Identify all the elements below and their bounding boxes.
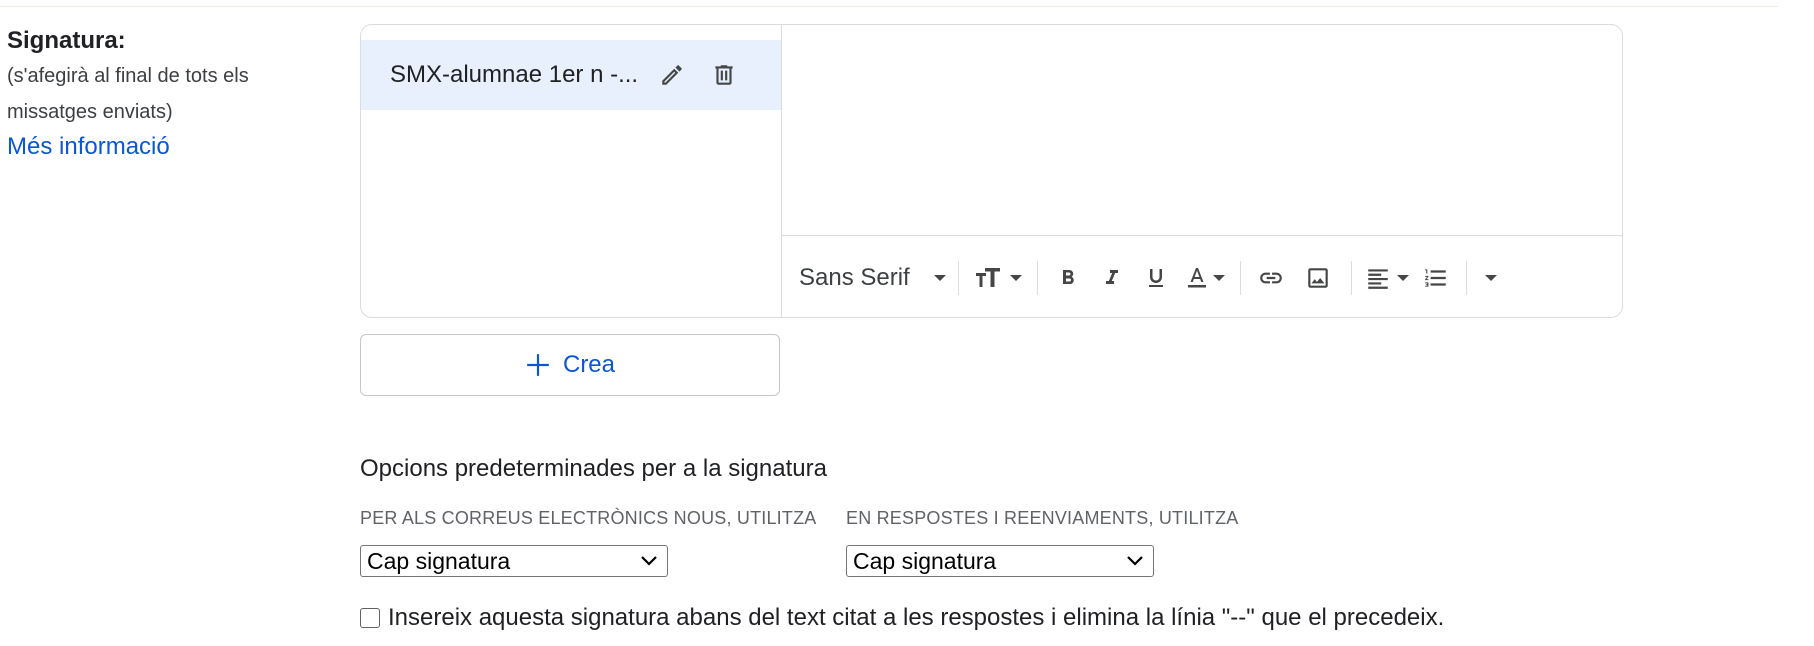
toolbar-divider (1350, 260, 1352, 295)
image-icon (1307, 267, 1328, 288)
signature-editor-panel: SMX-alumnae 1er n -... Sans Serif (360, 24, 1623, 318)
signature-description: (s'afegirà al final de tots els missatge… (7, 65, 249, 123)
align-button[interactable] (1360, 256, 1414, 300)
italic-button[interactable] (1090, 256, 1134, 300)
toolbar-divider (1239, 260, 1241, 295)
delete-signature-button[interactable] (702, 53, 746, 97)
more-info-link[interactable]: Més informació (7, 130, 170, 164)
bold-icon (1062, 269, 1074, 284)
underline-button[interactable] (1134, 256, 1178, 300)
text-color-icon (1187, 267, 1206, 287)
insert-link-button[interactable] (1249, 256, 1293, 300)
trash-icon (715, 65, 733, 85)
create-label: Crea (562, 351, 616, 378)
chevron-down-icon (1396, 274, 1409, 281)
signature-info: Signatura: (s'afegirà al final de tots e… (7, 26, 327, 164)
chevron-down-icon (1212, 274, 1225, 281)
link-icon (1259, 272, 1282, 283)
new-emails-select-value: Cap signatura (367, 547, 511, 574)
chevron-down-icon (933, 274, 946, 281)
top-divider (0, 6, 1778, 7)
chevron-down-icon (1009, 274, 1022, 281)
edit-signature-button[interactable] (650, 53, 694, 97)
toolbar-divider (957, 260, 959, 295)
signature-list: SMX-alumnae 1er n -... (361, 25, 782, 317)
pencil-icon (662, 65, 682, 85)
font-family-label: Sans Serif (799, 263, 910, 291)
insert-before-quoted-label: Insereix aquesta signatura abans del tex… (388, 604, 1445, 631)
text-color-button[interactable] (1178, 256, 1232, 300)
replies-signature-select[interactable]: Cap signatura (846, 545, 1154, 577)
chevron-down-icon (1484, 274, 1497, 281)
signature-name: SMX-alumnae 1er n -... (390, 61, 639, 88)
numbered-list-icon (1424, 268, 1446, 287)
italic-icon (1105, 269, 1118, 284)
underline-icon (1148, 268, 1163, 287)
signature-defaults-title: Opcions predeterminades per a la signatu… (360, 455, 827, 482)
replies-label: EN RESPOSTES I REENVIAMENTS, UTILITZA (846, 508, 1239, 528)
signature-list-item[interactable]: SMX-alumnae 1er n -... (361, 40, 781, 110)
font-size-button[interactable] (967, 256, 1029, 300)
align-left-icon (1367, 268, 1388, 289)
new-emails-label: PER ALS CORREUS ELECTRÒNICS NOUS, UTILIT… (360, 508, 817, 528)
create-signature-button[interactable]: Crea (360, 334, 780, 396)
font-size-icon (975, 267, 1000, 287)
formatting-toolbar: Sans Serif (782, 235, 1622, 317)
chevron-down-icon (1127, 556, 1143, 566)
bold-button[interactable] (1046, 256, 1090, 300)
toolbar-divider (1465, 260, 1467, 295)
chevron-down-icon (641, 556, 657, 566)
replies-select-value: Cap signatura (853, 547, 997, 574)
toolbar-divider (1036, 260, 1038, 295)
insert-before-quoted-row: Insereix aquesta signatura abans del tex… (360, 604, 1444, 632)
signature-title: Signatura: (7, 27, 126, 54)
new-emails-signature-select[interactable]: Cap signatura (360, 545, 668, 577)
insert-before-quoted-checkbox[interactable] (360, 608, 380, 628)
numbered-list-button[interactable] (1414, 256, 1458, 300)
plus-icon (527, 354, 549, 376)
signature-text-editor[interactable] (782, 25, 1622, 235)
more-formatting-button[interactable] (1475, 256, 1507, 300)
font-family-select[interactable]: Sans Serif (799, 264, 946, 292)
insert-image-button[interactable] (1293, 256, 1343, 300)
